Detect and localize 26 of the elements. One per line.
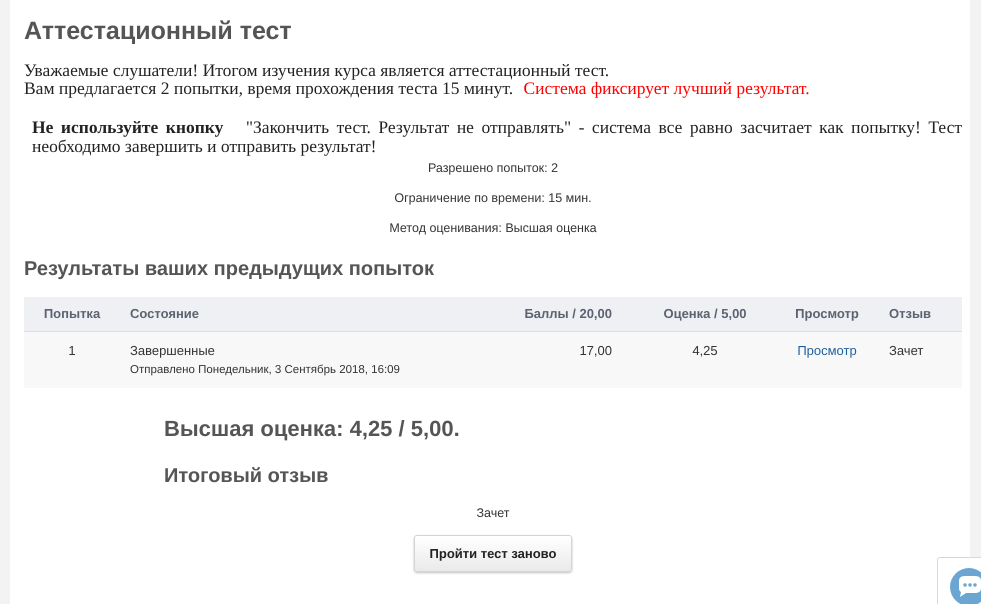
- feedback-cell: Зачет: [889, 343, 924, 358]
- column-header: Просмотр: [794, 305, 860, 324]
- submitted-date: Отправлено Понедельник, 3 Сентябрь 2018, 16:09: [130, 363, 400, 378]
- warning-text: Не используйте кнопку "Закончить тест. Результат не отправлять" - система все равно засчитает как попытку! Тест необходимо завершить и отправить результат!: [31, 118, 962, 156]
- quiz-info-text: Метод оценивания: Высшая оценка: [389, 220, 597, 237]
- retake-button[interactable]: Пройти тест заново: [414, 535, 572, 572]
- column-header: Состояние: [129, 305, 200, 324]
- column-header: Попытка: [42, 305, 102, 324]
- review-link[interactable]: Просмотр: [797, 343, 857, 358]
- quiz-info-text: Разрешено попыток: 2: [428, 160, 558, 177]
- column-header: Отзыв: [888, 305, 932, 324]
- highest-grade: Высшая оценка: 4,25 / 5,00.: [164, 415, 461, 443]
- grade-cell: 4,25: [692, 343, 718, 358]
- attempt-state: Завершенные: [130, 343, 215, 359]
- column-header: Оценка / 5,00: [662, 305, 748, 324]
- section-heading: Результаты ваших предыдущих попыток: [24, 257, 435, 282]
- intro-text: Уважаемые слушатели! Итогом изучения курса является аттестационный тест. Вам предлагается 2 попытки, время прохождения теста 15 минут. Система фиксирует лучший результат.: [24, 61, 811, 97]
- column-header: Баллы / 20,00: [523, 305, 613, 324]
- chat-icon[interactable]: [949, 567, 981, 604]
- feedback-heading: Итоговый отзыв: [164, 464, 330, 489]
- points-cell: 17,00: [579, 343, 612, 358]
- page-title: Аттестационный тест: [24, 16, 293, 46]
- feedback-text: Зачет: [476, 505, 510, 522]
- chat-widget[interactable]: [937, 557, 981, 604]
- attempt-number: 1: [68, 343, 76, 358]
- quiz-info-text: Ограничение по времени: 15 мин.: [394, 190, 592, 207]
